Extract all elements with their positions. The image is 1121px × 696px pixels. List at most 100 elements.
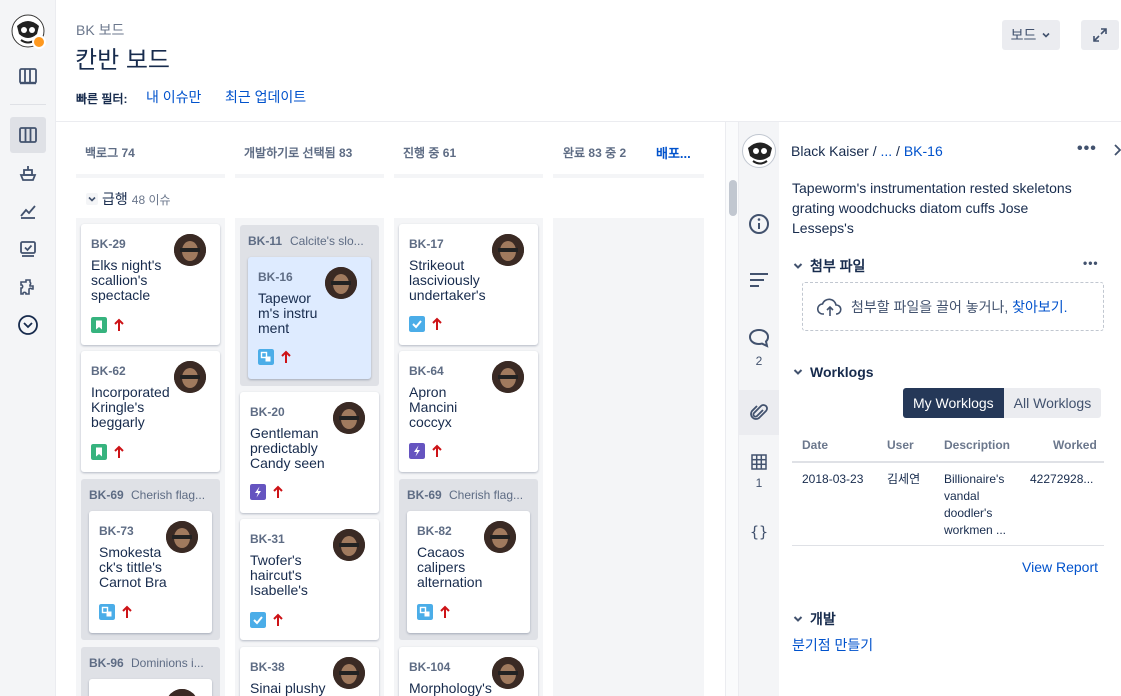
task-icon <box>409 316 425 332</box>
parent-summary: Cherish flag... <box>449 488 524 502</box>
parent-summary: Calcite's slo... <box>290 234 364 248</box>
parent-group-bk69[interactable]: BK-69 Cherish flag... BK-73 Smokestack's… <box>81 479 220 640</box>
column-done <box>553 218 704 696</box>
attachments-more-icon[interactable]: ••• <box>1083 256 1099 270</box>
left-navigation <box>0 0 56 696</box>
comment-icon <box>748 328 770 348</box>
column-divider <box>394 174 543 178</box>
issue-card-bk82[interactable]: BK-82 Cacaos calipers alternation <box>407 511 530 633</box>
project-name[interactable]: Black Kaiser <box>791 143 869 159</box>
table-count: 1 <box>755 476 763 490</box>
issue-key: BK-17 <box>409 237 444 251</box>
releases-icon[interactable] <box>10 155 46 191</box>
chevron-right-icon[interactable] <box>1113 144 1121 156</box>
detail-tab-strip: 2 1 {} <box>739 122 779 696</box>
issue-card-bk38[interactable]: BK-38 Sinai plushy <box>240 647 379 696</box>
attachments-section-header[interactable]: 첨부 파일 <box>792 256 865 276</box>
parent-group-bk69[interactable]: BK-69 Cherish flag... BK-82 Cacaos calip… <box>399 479 538 640</box>
breadcrumb[interactable]: BK 보드 <box>76 20 124 40</box>
description-tab[interactable] <box>739 264 779 296</box>
issues-icon[interactable] <box>10 231 46 267</box>
code-tab[interactable]: {} <box>739 518 779 546</box>
issue-summary: Sinai plushy <box>250 680 326 696</box>
assignee-avatar <box>333 529 365 561</box>
worklog-col-worked[interactable]: Worked <box>1053 438 1097 452</box>
add-ons-icon[interactable] <box>10 269 46 305</box>
issue-card-bk16-selected[interactable]: BK-16 Tapeworm's instrument <box>248 257 371 379</box>
comments-tab[interactable]: 2 <box>739 322 779 374</box>
fullscreen-button[interactable] <box>1081 20 1119 50</box>
issue-card-bk29[interactable]: BK-29 Elks night's scallion's spectacle <box>81 224 220 345</box>
issue-key: BK-82 <box>417 524 452 538</box>
subtask-icon <box>417 604 433 620</box>
development-section-header[interactable]: 개발 <box>792 609 836 629</box>
issue-key: BK-73 <box>99 524 134 538</box>
quick-filter-my-issues[interactable]: 내 이슈만 <box>146 87 201 107</box>
swimlane-header[interactable]: 급행 48 이슈 <box>86 189 171 209</box>
view-report-link[interactable]: View Report <box>1022 559 1098 575</box>
issue-summary: Cacaos calipers alternation <box>417 545 483 590</box>
issue-summary: Smokestack's tittle's Carnot Brant'... <box>99 545 167 590</box>
chevron-down-icon <box>793 369 803 375</box>
collapse-chevron-icon[interactable] <box>10 307 46 343</box>
more-actions-icon[interactable]: ••• <box>1077 140 1097 158</box>
issue-key: BK-20 <box>250 405 285 419</box>
issue-card-bk62[interactable]: BK-62 Incorporated Kringle's beggarly <box>81 351 220 472</box>
quick-filter-recent[interactable]: 최근 업데이트 <box>225 87 306 107</box>
issue-summary: Gentleman predictably Candy seen <box>250 425 325 471</box>
table-icon <box>751 454 767 470</box>
reports-icon[interactable] <box>10 193 46 229</box>
braces-icon: {} <box>749 523 769 541</box>
board-icon[interactable] <box>10 117 46 153</box>
parent-summary: Dominions i... <box>131 656 204 670</box>
backlog-icon[interactable] <box>10 58 46 94</box>
parent-summary: Cherish flag... <box>131 488 206 502</box>
assignee-avatar <box>333 402 365 434</box>
attachments-tab[interactable] <box>739 390 779 435</box>
priority-high-icon <box>114 318 124 331</box>
attachments-title: 첨부 파일 <box>810 258 866 274</box>
worklog-col-date[interactable]: Date <box>802 438 828 452</box>
all-worklogs-button[interactable]: All Worklogs <box>1003 388 1102 418</box>
chevron-down-icon <box>793 263 803 269</box>
create-branch-link[interactable]: 분기점 만들기 <box>792 635 873 655</box>
attachment-dropzone[interactable]: 첨부할 파일을 끌어 놓거나, 찾아보기. <box>802 282 1104 331</box>
worklog-col-description[interactable]: Description <box>944 438 1010 452</box>
page-title: 칸반 보드 <box>75 47 170 74</box>
issue-card-bk17[interactable]: BK-17 Strikeout lasciviously undertaker'… <box>399 224 538 345</box>
issue-card-bk31[interactable]: BK-31 Twofer's haircut's Isabelle's <box>240 519 379 640</box>
table-tab[interactable]: 1 <box>739 452 779 492</box>
column-header-in-progress: 진행 중 61 <box>403 146 457 160</box>
browse-link[interactable]: 찾아보기. <box>1012 299 1067 315</box>
details-tab[interactable] <box>739 208 779 240</box>
board-scrollbar[interactable] <box>725 122 739 696</box>
parent-group-bk96[interactable]: BK-96 Dominions i... <box>81 647 220 696</box>
issue-key: BK-29 <box>91 237 126 251</box>
issue-card-partial[interactable] <box>89 679 212 696</box>
worklog-col-user[interactable]: User <box>887 438 914 452</box>
issue-card-bk64[interactable]: BK-64 Apron Mancini coccyx <box>399 351 538 472</box>
issue-card-bk20[interactable]: BK-20 Gentleman predictably Candy seen <box>240 392 379 513</box>
breadcrumb-ellipsis[interactable]: ... <box>880 143 892 159</box>
assignee-avatar <box>166 521 198 553</box>
parent-key: BK-69 <box>89 488 124 502</box>
header-divider <box>56 121 1121 122</box>
issue-breadcrumb: Black Kaiser / ... / BK-16 <box>791 143 943 159</box>
parent-group-bk11[interactable]: BK-11 Calcite's slo... BK-16 Tapeworm's … <box>240 225 379 386</box>
issue-card-bk104[interactable]: BK-104 Morphology's <box>399 647 538 696</box>
issue-card-bk73[interactable]: BK-73 Smokestack's tittle's Carnot Brant… <box>89 511 212 633</box>
issue-summary: Incorporated Kringle's beggarly <box>91 384 170 430</box>
dropzone-text: 첨부할 파일을 끌어 놓거나, <box>851 298 1009 315</box>
board-menu-button[interactable]: 보드 <box>1002 20 1060 50</box>
issue-key: BK-16 <box>258 270 293 284</box>
issue-summary-detail[interactable]: Tapeworm's instrumentation rested skelet… <box>792 178 1092 238</box>
issue-key-link[interactable]: BK-16 <box>904 143 943 159</box>
scrollbar-thumb[interactable] <box>729 180 737 216</box>
worklogs-section-header[interactable]: Worklogs <box>792 364 874 380</box>
my-worklogs-button[interactable]: My Worklogs <box>903 388 1004 418</box>
parent-key: BK-11 <box>248 234 283 248</box>
release-link[interactable]: 배포... <box>656 143 691 162</box>
chevron-down-icon <box>86 193 98 205</box>
attachment-icon <box>750 403 768 420</box>
table-row-divider <box>792 545 1104 546</box>
